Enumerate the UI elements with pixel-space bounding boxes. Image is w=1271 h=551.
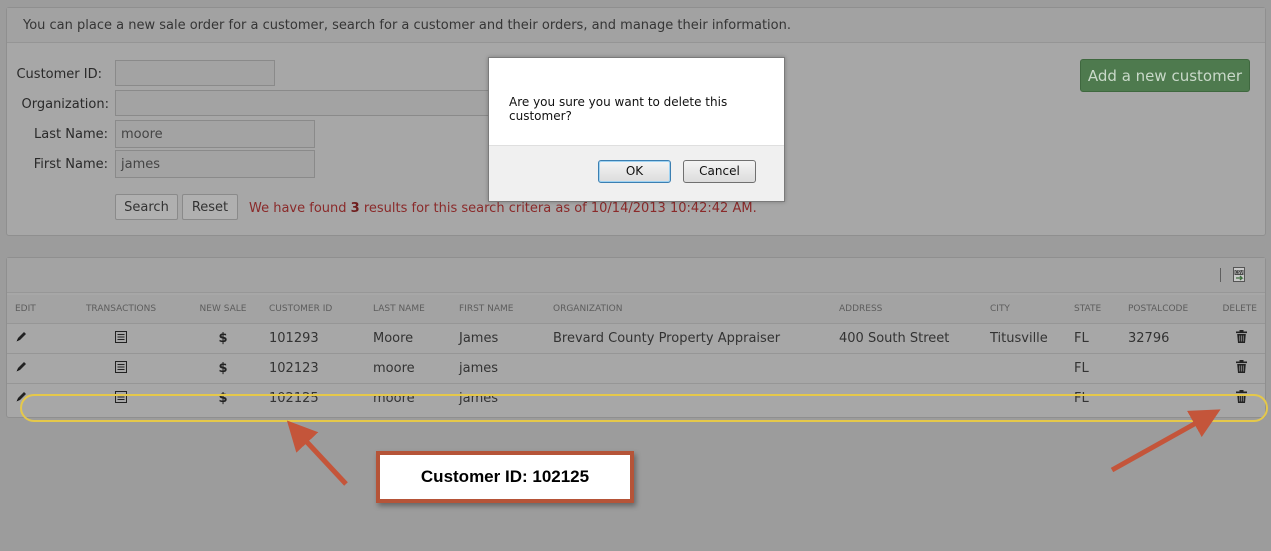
- arrow-to-customer-id: [286, 420, 348, 486]
- confirm-delete-dialog: Are you sure you want to delete this cus…: [488, 57, 785, 202]
- callout-text: Customer ID: 102125: [420, 467, 590, 486]
- cancel-button[interactable]: Cancel: [683, 160, 756, 183]
- dialog-message: Are you sure you want to delete this cus…: [509, 95, 728, 123]
- ok-button[interactable]: OK: [598, 160, 671, 183]
- callout-box: Customer ID: 102125: [376, 451, 634, 503]
- arrow-to-delete-icon: [1110, 409, 1221, 473]
- dialog-footer: OK Cancel: [489, 145, 784, 201]
